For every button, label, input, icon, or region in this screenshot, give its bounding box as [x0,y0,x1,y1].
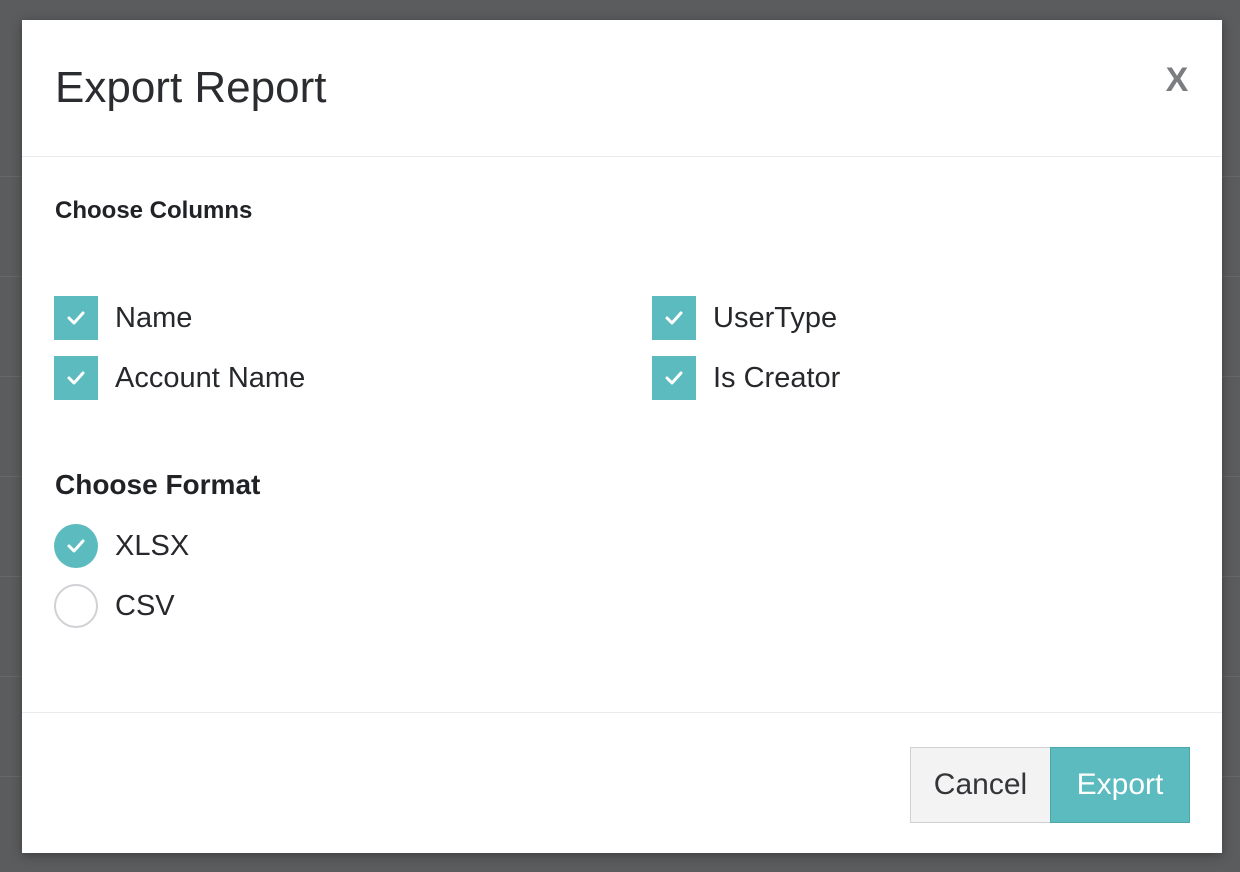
format-option-label: CSV [115,589,175,622]
radio-unselected[interactable] [54,584,98,628]
column-option-label: Account Name [115,361,306,394]
close-button[interactable]: X [1162,62,1192,98]
dialog-header: Export Report X [22,20,1222,157]
checkbox-checked[interactable] [652,296,696,340]
column-option-label: Name [115,301,193,334]
checkmark-icon [665,311,683,325]
choose-columns-heading: Choose Columns [55,197,253,224]
checkbox-checked[interactable] [652,356,696,400]
format-option-xlsx[interactable]: XLSX [54,524,189,568]
choose-format-heading: Choose Format [55,469,261,500]
checkmark-icon [67,311,85,325]
dialog-title: Export Report [55,63,327,112]
export-button[interactable]: Export [1050,747,1190,823]
format-option-label: XLSX [115,529,190,562]
radio-selected[interactable] [54,524,98,568]
column-option-usertype[interactable]: UserType [652,296,837,340]
format-option-csv[interactable]: CSV [54,584,175,628]
checkmark-icon [665,371,683,385]
cancel-button[interactable]: Cancel [910,747,1051,823]
checkbox-checked[interactable] [54,296,98,340]
checkbox-checked[interactable] [54,356,98,400]
column-option-is-creator[interactable]: Is Creator [652,356,840,400]
column-option-label: UserType [713,301,838,334]
export-report-dialog: Export Report X Choose Columns Name User… [22,20,1222,853]
dialog-footer: Cancel Export [22,712,1222,854]
column-option-name[interactable]: Name [54,296,192,340]
checkmark-icon [67,371,85,385]
checkmark-icon [67,539,85,553]
column-option-label: Is Creator [713,361,841,394]
column-option-account-name[interactable]: Account Name [54,356,305,400]
